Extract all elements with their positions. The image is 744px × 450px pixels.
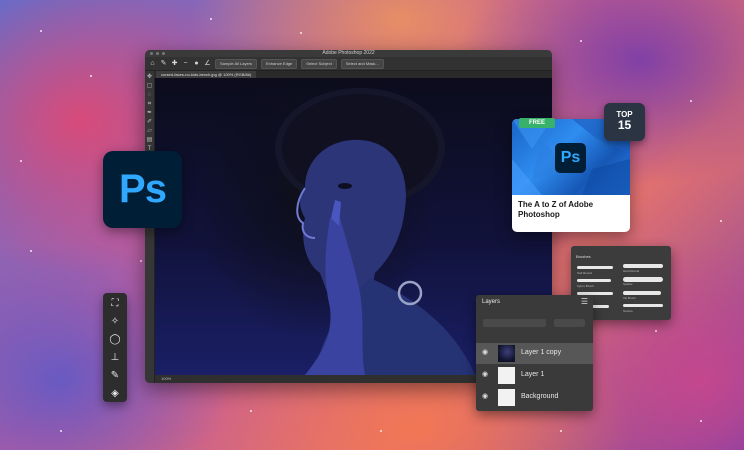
gradient-tool-icon[interactable]: ▤ [147, 137, 153, 143]
brush-icon[interactable]: ✎ [109, 370, 121, 382]
brush-stroke-preview [623, 304, 663, 307]
brush-tool-icon[interactable]: ✐ [147, 119, 153, 125]
subtract-selection-icon[interactable]: − [182, 60, 189, 67]
layer-name: Layer 1 copy [521, 349, 562, 356]
course-title: The A to Z of Adobe Photoshop [518, 200, 594, 219]
document-tab-bar: cursed-faces-no-kids-bench.jpg @ 100% (R… [154, 71, 552, 78]
brushes-panel-title: Brushes [576, 254, 591, 259]
options-bar: ⌂ ✎ ✚ − ● ∠ Sample All Layers Enhance Ed… [145, 57, 552, 71]
layer-name: Layer 1 [521, 371, 545, 378]
brush-stroke-preview [623, 264, 663, 268]
brush-stroke-preview [623, 291, 661, 295]
layer-name: Background [521, 393, 559, 400]
layer-row[interactable]: ◉ Layer 1 [476, 365, 593, 386]
enhance-edge-checkbox[interactable]: Enhance Edge [261, 58, 298, 69]
blend-mode-select[interactable] [483, 319, 546, 327]
lasso-icon[interactable]: ◯ [109, 334, 121, 346]
layer-row[interactable]: ◉ Background [476, 387, 593, 408]
top-15-badge: TOP 15 [604, 103, 645, 141]
magic-wand-icon[interactable]: ✧ [109, 316, 121, 328]
layer-row[interactable]: ◉ Layer 1 copy [476, 343, 593, 364]
brush-preset[interactable]: Spatter [623, 277, 665, 287]
layer-thumbnail [498, 367, 515, 384]
brush-stroke-preview [577, 266, 613, 269]
panel-menu-icon[interactable]: ☰ [581, 298, 588, 306]
floating-toolbar: ⛶ ✧ ◯ ⊥ ✎ ◈ [103, 293, 127, 402]
eyedropper-tool-icon[interactable]: ✒ [147, 110, 153, 116]
visibility-eye-icon[interactable]: ◉ [481, 371, 489, 379]
zoom-level[interactable]: 100% [161, 376, 171, 381]
home-icon[interactable]: ⌂ [149, 60, 156, 67]
crop-tool-icon[interactable]: ⌗ [147, 101, 153, 107]
add-selection-icon[interactable]: ✚ [171, 60, 178, 67]
top-number: 15 [617, 118, 632, 132]
layer-thumbnail [498, 389, 515, 406]
window-title: Adobe Photoshop 2022 [322, 50, 375, 56]
angle-icon[interactable]: ∠ [204, 60, 211, 67]
select-subject-button[interactable]: Select Subject [301, 58, 337, 69]
layer-thumbnail [498, 345, 515, 362]
brush-label: Spatter [623, 282, 633, 286]
brush-stroke-preview [577, 279, 611, 282]
brush-size-icon[interactable]: ● [193, 60, 200, 67]
brush-label: Soft Round [577, 271, 593, 275]
document-tab[interactable]: cursed-faces-no-kids-bench.jpg @ 100% (R… [156, 71, 257, 78]
opacity-field[interactable] [554, 319, 585, 327]
brush-preset[interactable]: Texture [623, 304, 665, 314]
free-badge: FREE [519, 118, 555, 128]
photoshop-logo: Ps [103, 151, 182, 228]
marquee-tool-icon[interactable]: ▢ [147, 83, 153, 89]
quick-selection-icon[interactable]: ✎ [160, 60, 167, 67]
move-tool-icon[interactable]: ✥ [147, 74, 153, 80]
paint-bucket-icon[interactable]: ◈ [109, 388, 121, 400]
sample-all-layers-checkbox[interactable]: Sample All Layers [215, 58, 258, 69]
stamp-icon[interactable]: ⊥ [109, 352, 121, 364]
layers-panel: Layers ☰ ◉ Layer 1 copy ◉ Layer 1 ◉ Back… [476, 295, 593, 411]
lasso-tool-icon[interactable]: ◌ [147, 92, 153, 98]
visibility-eye-icon[interactable]: ◉ [481, 349, 489, 357]
course-ps-logo: Ps [555, 143, 586, 173]
brush-label: Texture [623, 309, 633, 313]
brush-label: Ink Brush [623, 296, 636, 300]
layers-panel-title: Layers [482, 299, 501, 305]
brush-preset[interactable]: Kyle's Brush [577, 279, 617, 289]
brush-label: Hard Round [623, 269, 640, 273]
brush-preset[interactable]: Hard Round [623, 264, 665, 274]
visibility-eye-icon[interactable]: ◉ [481, 393, 489, 401]
object-selection-icon[interactable]: ⛶ [109, 298, 121, 310]
title-bar: Adobe Photoshop 2022 [145, 50, 552, 57]
select-and-mask-button[interactable]: Select and Mask... [340, 58, 384, 69]
brush-preset[interactable]: Ink Brush [623, 291, 665, 301]
eraser-tool-icon[interactable]: ▱ [147, 128, 153, 134]
brush-preset[interactable]: Soft Round [577, 266, 617, 276]
brush-label: Kyle's Brush [577, 284, 594, 288]
